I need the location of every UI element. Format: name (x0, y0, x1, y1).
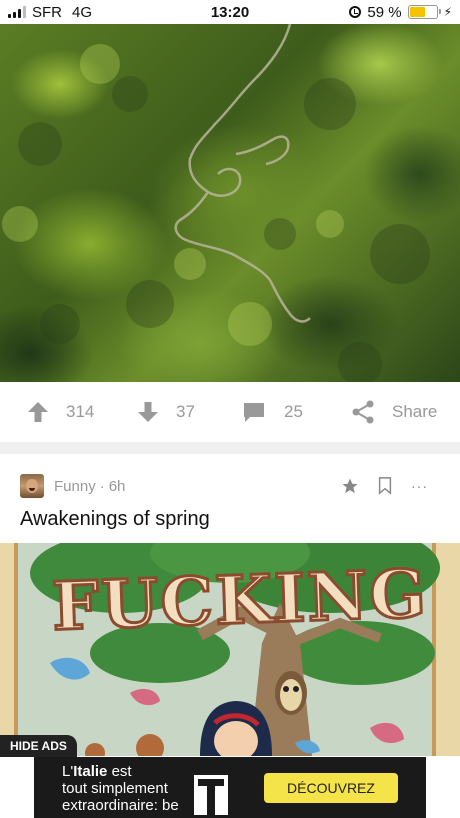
aerial-forest-illustration (2, 24, 430, 382)
downvote-count: 37 (176, 402, 195, 421)
feed-divider (0, 442, 460, 454)
hide-ads-button[interactable]: HIDE ADS (0, 735, 77, 757)
post-image[interactable]: FUCKING (0, 543, 460, 756)
post-meta: Funny · 6h (20, 474, 125, 498)
ad-banner[interactable]: L'Italie est tout simplement extraordina… (34, 757, 426, 818)
section-name[interactable]: Funny (54, 478, 96, 495)
carrier-label: SFR (32, 3, 62, 21)
battery-percent: 59 % (367, 3, 402, 21)
ad-line2: tout simplement (62, 780, 168, 797)
downvote-button[interactable]: 37 (136, 382, 195, 442)
ad-line1-bold: Italie (73, 763, 108, 780)
comments-button[interactable]: 25 (242, 382, 303, 442)
battery-level-fill (409, 7, 425, 17)
share-icon (352, 400, 374, 424)
ad-line1-prefix: L' (62, 763, 74, 780)
bookmark-icon[interactable] (377, 477, 393, 495)
image-caption-text: FUCKING (49, 553, 430, 647)
comment-icon (244, 403, 264, 422)
charging-icon: ⚡ (443, 5, 452, 19)
arrow-up-icon (28, 402, 48, 422)
arrow-down-icon (138, 402, 158, 422)
post-title[interactable]: Awakenings of spring (20, 508, 210, 531)
status-bar: SFR 4G 13:20 59 % ⚡ (0, 0, 460, 24)
post-age: 6h (108, 477, 126, 495)
ad-line1-suffix: est (107, 763, 132, 780)
share-label: Share (392, 402, 438, 421)
upvote-count: 314 (66, 402, 95, 421)
post-action-bar: 314 37 25 Share (0, 382, 460, 442)
signal-icon (8, 6, 26, 18)
star-icon[interactable] (341, 477, 359, 495)
share-button[interactable]: Share (350, 382, 437, 442)
more-options-button[interactable]: ··· (411, 478, 428, 494)
post-image[interactable] (0, 24, 460, 382)
meta-separator: · (99, 477, 105, 495)
post-actions: ··· (341, 474, 428, 498)
alarm-icon (349, 6, 362, 18)
ad-line3: extraordinaire: be (62, 797, 179, 814)
network-label: 4G (72, 3, 93, 21)
comment-count: 25 (284, 402, 303, 421)
ad-brand-logo (194, 775, 228, 815)
upvote-button[interactable]: 314 (26, 382, 94, 442)
ad-cta-button[interactable]: DÉCOUVREZ (264, 773, 398, 803)
section-avatar[interactable] (20, 474, 44, 498)
battery-icon (407, 5, 441, 19)
ad-text: L'Italie est tout simplement extraordina… (62, 763, 179, 814)
